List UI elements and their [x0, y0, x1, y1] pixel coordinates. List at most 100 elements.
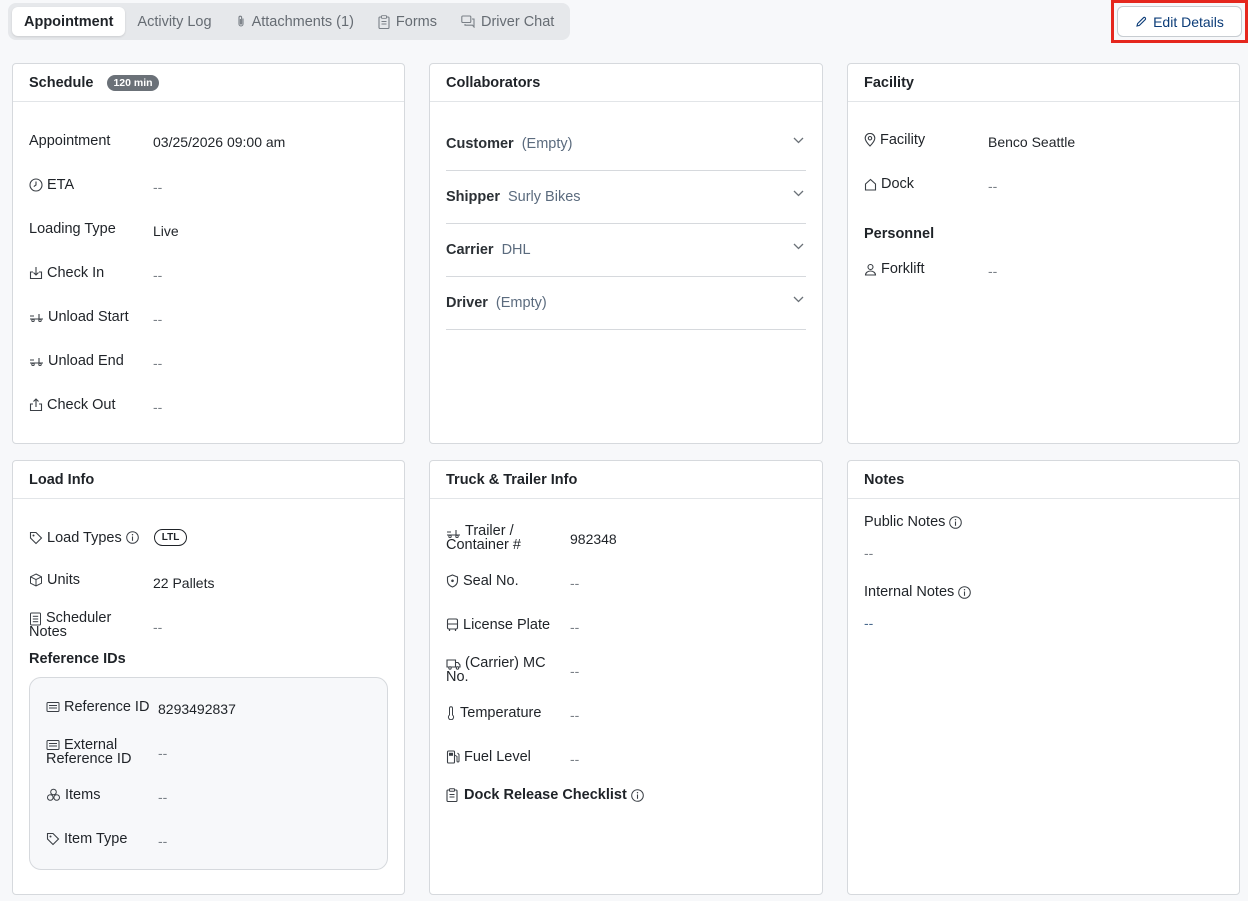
- trailer-row: Trailer / Container #: [446, 524, 521, 553]
- tab-label: Driver Chat: [481, 13, 555, 30]
- card-title: Truck & Trailer Info: [446, 471, 578, 488]
- item-type-row: Item Type: [46, 832, 127, 846]
- forklift-row: Forklift: [864, 262, 925, 276]
- info-icon[interactable]: [125, 531, 139, 544]
- info-icon[interactable]: [949, 515, 963, 529]
- truck-trailer-header: Truck & Trailer Info: [430, 461, 822, 499]
- collaborators-header: Collaborators: [430, 64, 822, 102]
- collaborator-driver[interactable]: Driver (Empty): [446, 277, 806, 330]
- load-types-row: Load Types LTL: [29, 529, 188, 546]
- fuel-row: Fuel Level: [446, 750, 531, 764]
- trailer-label-2: Container #: [446, 537, 521, 553]
- reference-id-row: Reference ID: [46, 700, 149, 714]
- paperclip-icon: [236, 15, 246, 28]
- tab-attachments[interactable]: Attachments (1): [224, 7, 366, 36]
- collaborator-value: (Empty): [495, 295, 547, 311]
- notes-card: Notes Public Notes -- Internal Notes --: [847, 460, 1240, 895]
- chevron-down-icon: [793, 137, 804, 144]
- dock-label: Dock: [881, 176, 915, 192]
- check-in-label: Check In: [47, 265, 105, 281]
- trailer-value: 982348: [570, 531, 617, 547]
- collaborator-label: Shipper: [446, 189, 500, 205]
- seal-label: Seal No.: [463, 573, 519, 589]
- mc-label-2: No.: [446, 669, 469, 685]
- dock-release-checklist-row: Dock Release Checklist: [446, 788, 648, 802]
- collaborator-carrier[interactable]: Carrier DHL: [446, 224, 806, 277]
- box-icon: [29, 573, 43, 587]
- unload-end-row: Unload End: [29, 354, 124, 368]
- tab-label: Attachments (1): [251, 13, 354, 30]
- forklift-label: Forklift: [881, 261, 925, 277]
- appointment-value: 03/25/2026 09:00 am: [153, 134, 286, 150]
- check-in-row: Check In: [29, 266, 104, 280]
- temperature-value: --: [570, 707, 580, 723]
- tab-driver-chat[interactable]: Driver Chat: [449, 7, 566, 36]
- check-out-label: Check Out: [47, 397, 116, 413]
- unload-end-value: --: [153, 355, 163, 371]
- card-title: Notes: [864, 471, 905, 488]
- check-in-icon: [29, 266, 43, 280]
- personnel-title: Personnel: [864, 226, 935, 242]
- loading-type-value: Live: [153, 223, 179, 239]
- scheduler-notes-label-2: Notes: [29, 624, 67, 640]
- external-ref-label-2: Reference ID: [46, 751, 132, 767]
- internal-notes-row: Internal Notes: [864, 585, 975, 599]
- info-icon[interactable]: [958, 585, 972, 599]
- scheduler-notes-row: Scheduler Notes: [29, 610, 112, 640]
- user-icon: [864, 263, 877, 276]
- tab-label: Forms: [395, 13, 437, 30]
- facility-row: Facility: [864, 133, 925, 147]
- scheduler-notes-label-1: Scheduler: [46, 610, 112, 626]
- public-notes-label: Public Notes: [864, 514, 946, 530]
- thermometer-icon: [446, 706, 456, 720]
- card-title: Collaborators: [446, 74, 541, 91]
- edit-details-label: Edit Details: [1153, 13, 1224, 30]
- tab-label: Activity Log: [137, 13, 212, 30]
- scheduler-notes-value: --: [153, 619, 163, 635]
- seal-value: --: [570, 575, 580, 591]
- external-ref-label-1: External: [64, 737, 118, 753]
- tab-forms[interactable]: Forms: [366, 7, 449, 36]
- reference-ids-box: Reference ID 8293492837 External Referen…: [29, 677, 388, 870]
- appointment-row: Appointment: [29, 134, 110, 149]
- collaborator-shipper[interactable]: Shipper Surly Bikes: [446, 171, 806, 224]
- item-type-value: --: [158, 833, 168, 849]
- chevron-down-icon: [793, 190, 804, 197]
- card-title: Load Info: [29, 471, 95, 488]
- eta-value: --: [153, 179, 163, 195]
- items-value: --: [158, 789, 168, 805]
- temperature-label: Temperature: [460, 705, 542, 721]
- tab-activity-log[interactable]: Activity Log: [125, 7, 223, 36]
- seal-row: Seal No.: [446, 574, 519, 588]
- facility-header: Facility: [848, 64, 1239, 102]
- items-row: Items: [46, 788, 100, 802]
- collaborator-label: Customer: [446, 136, 514, 152]
- tag-icon: [46, 832, 60, 846]
- external-ref-row: External Reference ID: [46, 737, 132, 767]
- plate-value: --: [570, 619, 580, 635]
- edit-details-button[interactable]: Edit Details: [1117, 6, 1242, 37]
- reference-id-value: 8293492837: [158, 701, 236, 717]
- schedule-card: Schedule 120 min Appointment 03/25/2026 …: [12, 63, 405, 444]
- collaborator-customer[interactable]: Customer (Empty): [446, 118, 806, 171]
- unload-end-label: Unload End: [48, 353, 124, 369]
- forklift-icon: [29, 356, 44, 366]
- unload-start-row: Unload Start: [29, 310, 129, 324]
- collaborator-value: DHL: [501, 242, 531, 258]
- tab-appointment[interactable]: Appointment: [12, 7, 126, 36]
- id-card-icon: [46, 701, 60, 713]
- forklift-icon: [29, 312, 44, 322]
- tab-bar: Appointment Activity Log Attachments (1)…: [8, 3, 571, 40]
- info-icon[interactable]: [631, 788, 644, 802]
- units-value: 22 Pallets: [153, 575, 215, 591]
- check-out-row: Check Out: [29, 398, 116, 412]
- schedule-header: Schedule 120 min: [13, 64, 404, 102]
- ltl-badge: LTL: [153, 529, 188, 546]
- load-info-card: Load Info Load Types LTL Units 22 Pallet…: [12, 460, 405, 895]
- item-type-label: Item Type: [64, 831, 128, 847]
- shield-icon: [446, 574, 459, 588]
- temperature-row: Temperature: [446, 706, 541, 720]
- check-in-value: --: [153, 267, 163, 283]
- collaborator-value: (Empty): [521, 136, 573, 152]
- unload-start-label: Unload Start: [48, 309, 129, 325]
